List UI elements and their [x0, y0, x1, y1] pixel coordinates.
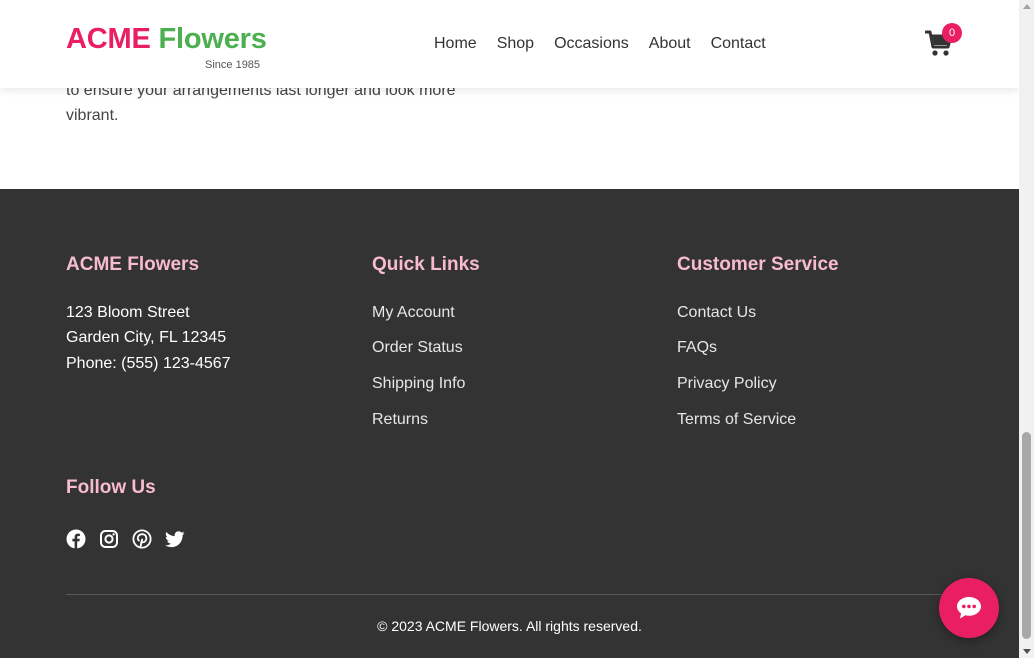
brand-name-acme: ACME: [66, 23, 151, 55]
social-icons: [66, 529, 185, 549]
twitter-icon: [165, 531, 185, 548]
copyright-text: © 2023 ACME Flowers. All rights reserved…: [377, 618, 642, 634]
cart-count-badge: 0: [942, 23, 962, 43]
footer-phone: Phone: (555) 123-4567: [66, 355, 231, 372]
instagram-link[interactable]: [99, 529, 119, 549]
site-header: ACME Flowers Since 1985 Home Shop Occasi…: [0, 0, 1019, 88]
twitter-link[interactable]: [165, 529, 185, 549]
scroll-down-arrow-icon[interactable]: [1023, 649, 1031, 654]
nav-home[interactable]: Home: [434, 35, 477, 53]
nav-about[interactable]: About: [649, 35, 691, 53]
footer-link-shipping-info[interactable]: Shipping Info: [372, 375, 465, 393]
footer-link-privacy-policy[interactable]: Privacy Policy: [677, 375, 777, 393]
pinterest-icon: [132, 529, 152, 549]
nav-shop[interactable]: Shop: [497, 35, 534, 53]
footer-link-faqs[interactable]: FAQs: [677, 339, 717, 357]
chat-button[interactable]: [939, 578, 999, 638]
footer-quick-links-heading: Quick Links: [372, 254, 480, 275]
brand-name-flowers: Flowers: [158, 23, 267, 55]
instagram-icon: [100, 530, 118, 548]
footer-divider: [66, 594, 953, 595]
brand-tagline: Since 1985: [205, 59, 261, 71]
footer-link-my-account[interactable]: My Account: [372, 304, 455, 322]
footer-address-street: 123 Bloom Street: [66, 304, 190, 321]
nav-contact[interactable]: Contact: [711, 35, 766, 53]
brand-logo[interactable]: ACME Flowers Since 1985: [66, 22, 267, 71]
footer-address-city: Garden City, FL 12345: [66, 329, 227, 346]
site-footer: ACME Flowers 123 Bloom Street Garden Cit…: [0, 189, 1019, 658]
footer-link-order-status[interactable]: Order Status: [372, 339, 463, 357]
facebook-link[interactable]: [66, 529, 86, 549]
scrollbar-thumb[interactable]: [1022, 432, 1031, 639]
article-text-line: vibrant.: [66, 107, 119, 124]
cart-button[interactable]: 0: [925, 23, 962, 58]
footer-follow-heading: Follow Us: [66, 477, 156, 498]
chat-bubble-icon: [957, 597, 981, 619]
footer-customer-service-heading: Customer Service: [677, 254, 839, 275]
scroll-up-arrow-icon[interactable]: [1023, 4, 1031, 9]
footer-link-returns[interactable]: Returns: [372, 411, 428, 429]
facebook-icon: [66, 529, 86, 549]
footer-link-contact-us[interactable]: Contact Us: [677, 304, 756, 322]
pinterest-link[interactable]: [132, 529, 152, 549]
nav-occasions[interactable]: Occasions: [554, 35, 629, 53]
brand-name: ACME Flowers: [66, 22, 267, 56]
vertical-scrollbar[interactable]: [1019, 0, 1034, 658]
main-nav: Home Shop Occasions About Contact: [434, 35, 766, 53]
footer-link-terms-of-service[interactable]: Terms of Service: [677, 411, 796, 429]
footer-company-heading: ACME Flowers: [66, 254, 200, 275]
